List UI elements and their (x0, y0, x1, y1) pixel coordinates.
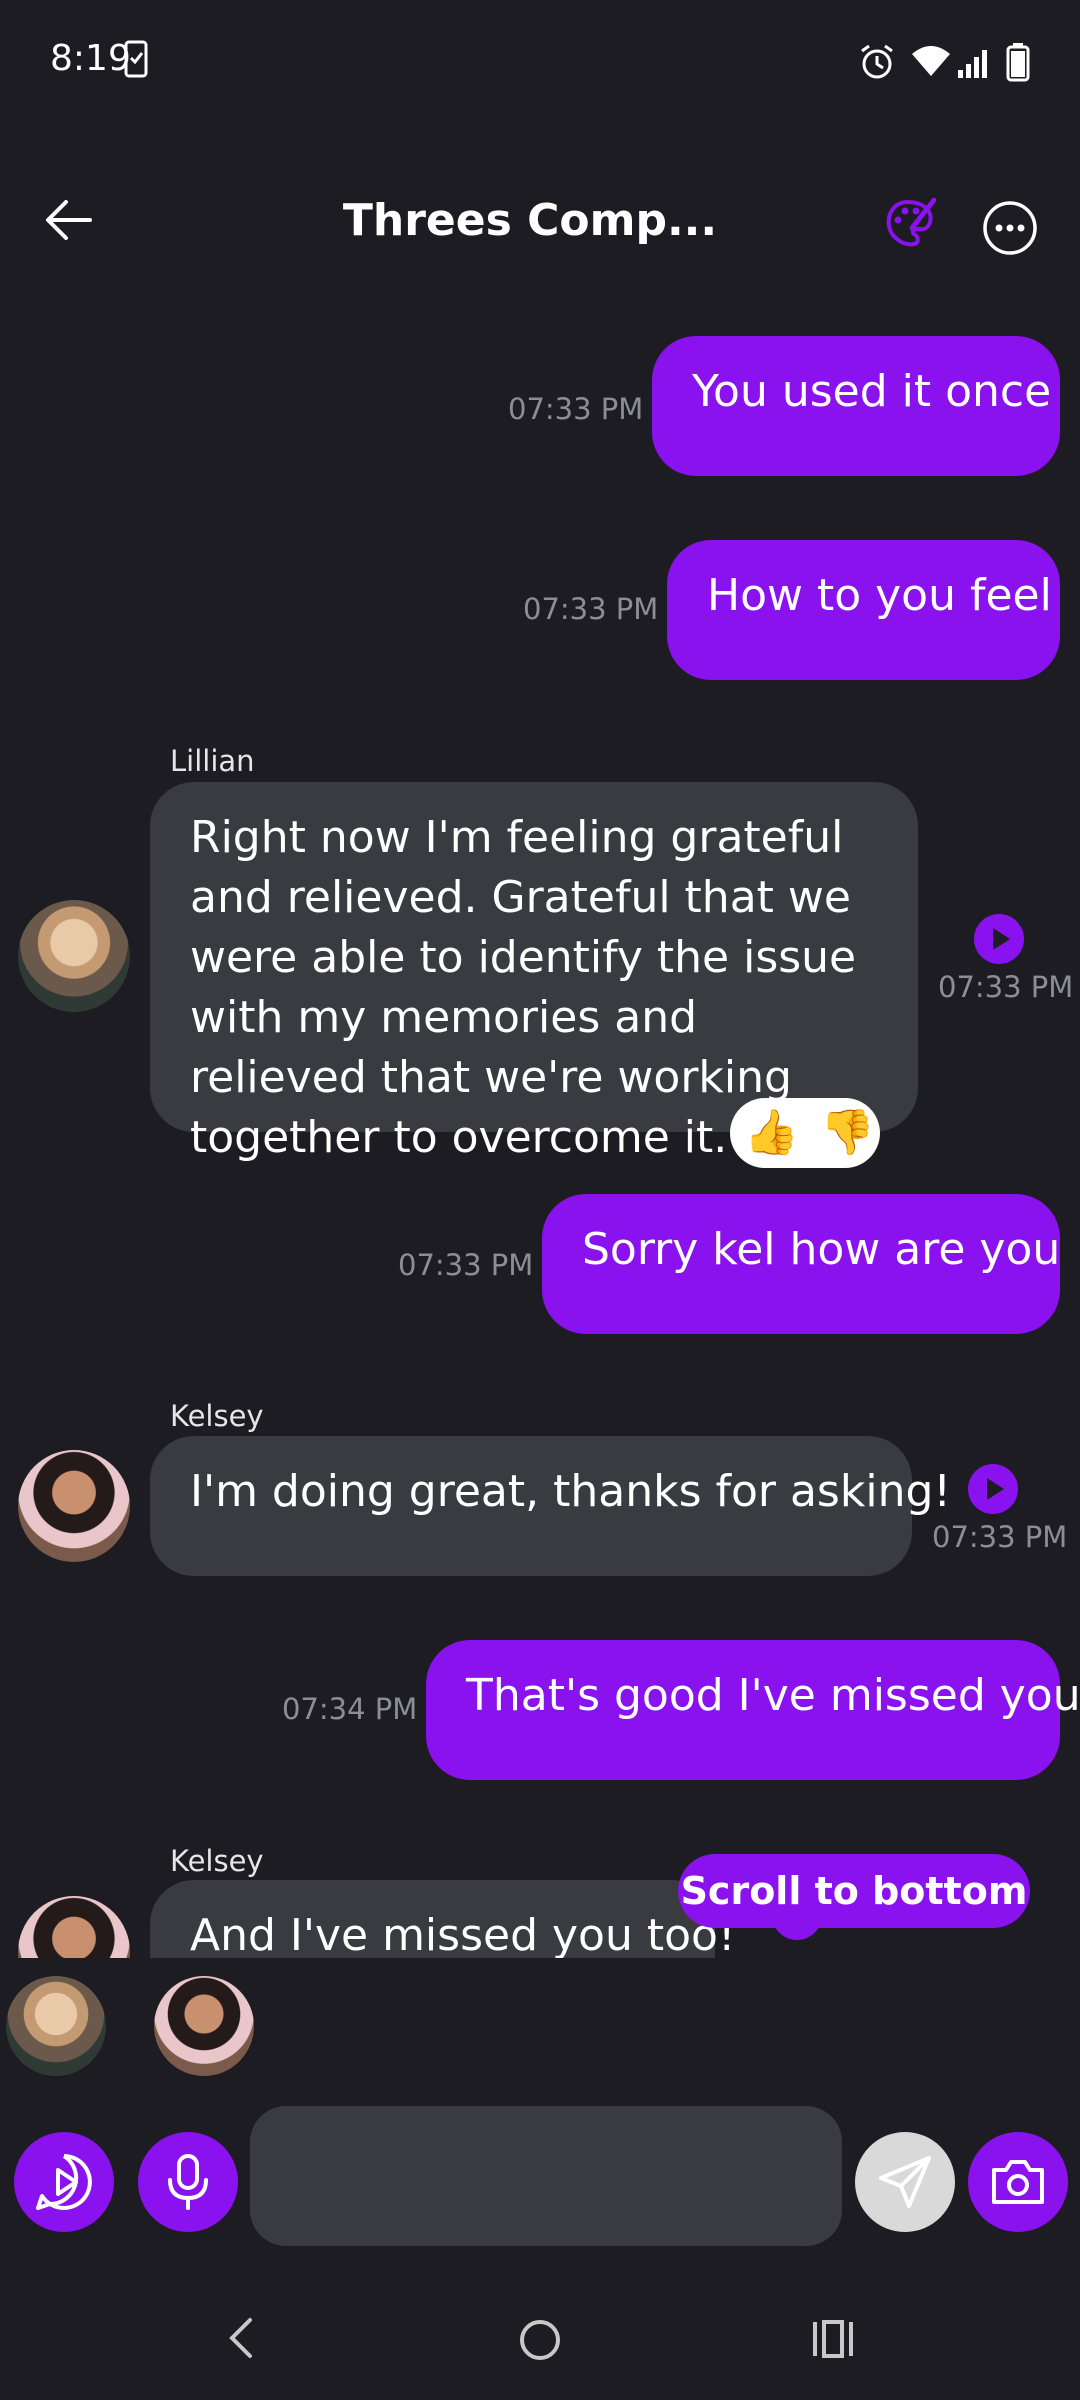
send-icon (879, 2156, 931, 2208)
outgoing-message[interactable]: Sorry kel how are you (542, 1194, 1060, 1334)
outgoing-message[interactable]: How to you feel (667, 540, 1060, 680)
alarm-icon (861, 44, 893, 79)
phone-status-icon (124, 40, 148, 78)
message-time: 07:33 PM (523, 592, 659, 626)
avatar-kelsey[interactable] (18, 1450, 130, 1562)
video-message-button[interactable] (14, 2132, 114, 2232)
microphone-button[interactable] (138, 2132, 238, 2232)
camera-icon (992, 2160, 1044, 2204)
scroll-to-bottom-button[interactable]: Scroll to bottom (678, 1854, 1030, 1928)
message-input[interactable] (250, 2106, 842, 2246)
sender-name: Lillian (170, 744, 255, 778)
sender-name: Kelsey (170, 1844, 264, 1878)
status-bar: 8:19 (0, 0, 1080, 130)
play-audio-icon[interactable] (974, 914, 1024, 964)
nav-home-icon[interactable] (518, 2318, 562, 2362)
status-time: 8:19 (50, 38, 131, 79)
microphone-icon (168, 2154, 208, 2210)
play-audio-icon[interactable] (968, 1464, 1018, 1514)
signal-icon (958, 50, 987, 78)
incoming-message[interactable]: I'm doing great, thanks for asking! (150, 1436, 951, 1576)
reaction-bar: 👍 👎 (730, 1098, 880, 1168)
nav-back-icon[interactable] (224, 2316, 260, 2360)
participant-avatar-lillian[interactable] (6, 1976, 106, 2076)
more-options-icon[interactable] (982, 200, 1038, 256)
outgoing-message[interactable]: You used it once (652, 336, 1060, 476)
wifi-icon (912, 46, 950, 76)
message-time: 07:34 PM (282, 1692, 418, 1726)
incoming-message[interactable]: And I've missed you too! (150, 1880, 736, 1958)
message-time: 07:33 PM (938, 970, 1074, 1004)
nav-recents-icon[interactable] (810, 2318, 856, 2360)
avatar-lillian[interactable] (18, 900, 130, 1012)
incoming-message[interactable]: Right now I'm feeling grateful and relie… (150, 782, 918, 1163)
message-time: 07:33 PM (398, 1248, 534, 1282)
thumbs-down-icon[interactable]: 👎 (820, 1106, 875, 1158)
message-time: 07:33 PM (508, 392, 644, 426)
thumbs-up-icon[interactable]: 👍 (744, 1106, 799, 1158)
play-bubble-icon (36, 2154, 92, 2210)
participant-avatar-kelsey[interactable] (154, 1976, 254, 2076)
outgoing-message[interactable]: That's good I've missed you (426, 1640, 1080, 1780)
chat-title[interactable]: Threes Comp... (330, 195, 730, 246)
back-arrow-icon[interactable] (44, 198, 94, 242)
battery-icon (1006, 43, 1030, 82)
sender-name: Kelsey (170, 1399, 264, 1433)
send-button[interactable] (855, 2132, 955, 2232)
message-time: 07:33 PM (932, 1520, 1068, 1554)
camera-button[interactable] (968, 2132, 1068, 2232)
palette-icon[interactable] (884, 198, 936, 250)
avatar-kelsey[interactable] (18, 1896, 130, 1958)
